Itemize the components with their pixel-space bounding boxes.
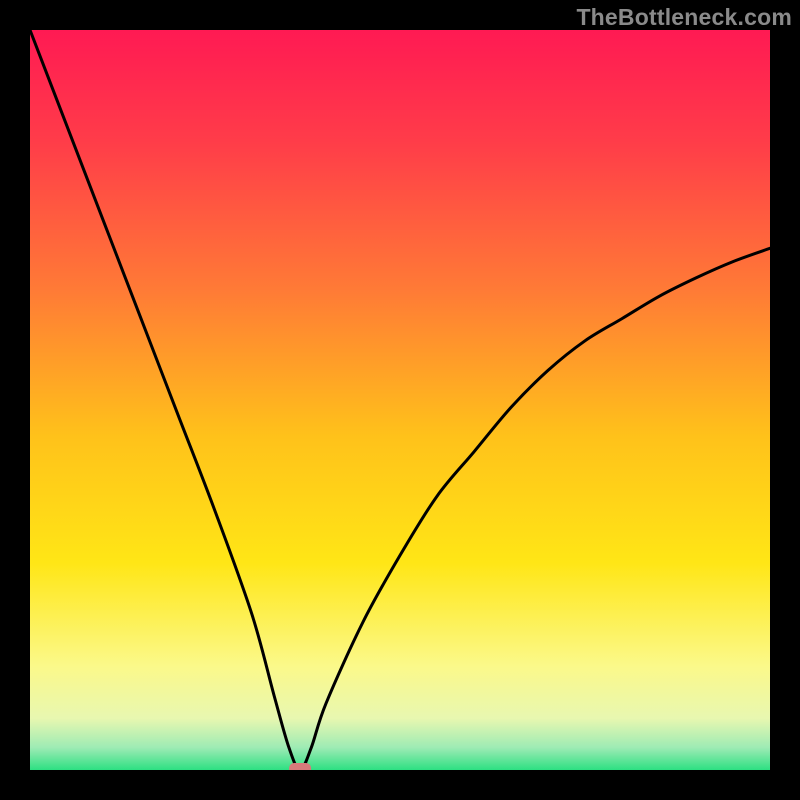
gradient-background [30,30,770,770]
optimal-marker [289,763,311,770]
watermark-text: TheBottleneck.com [576,4,792,31]
chart-frame [30,30,770,770]
bottleneck-plot [30,30,770,770]
